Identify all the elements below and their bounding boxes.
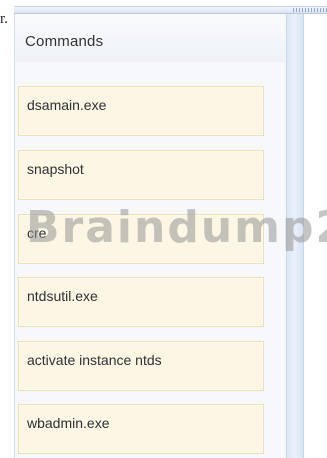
command-item-label: ntdsutil.exe	[27, 288, 98, 304]
command-item-snapshot[interactable]: snapshot	[18, 150, 264, 200]
command-item-label: wbadmin.exe	[27, 415, 110, 431]
top-bar	[14, 6, 327, 14]
command-item-label: activate instance ntds	[27, 352, 162, 368]
panel-title: Commands	[25, 33, 104, 50]
stray-text: r.	[0, 11, 8, 27]
command-item-dsamain[interactable]: dsamain.exe	[18, 86, 264, 136]
command-item-label: dsamain.exe	[27, 97, 107, 113]
command-item-label: snapshot	[27, 161, 84, 177]
watermark: Braindump2	[26, 202, 327, 253]
page: r. Commands dsamain.exe snapshot cre ntd…	[0, 0, 327, 458]
command-item-wbadmin[interactable]: wbadmin.exe	[18, 404, 264, 454]
grip-icon	[293, 8, 327, 12]
command-item-ntdsutil[interactable]: ntdsutil.exe	[18, 277, 264, 327]
panel-header: Commands	[15, 14, 302, 62]
command-item-activate-instance[interactable]: activate instance ntds	[18, 341, 264, 391]
